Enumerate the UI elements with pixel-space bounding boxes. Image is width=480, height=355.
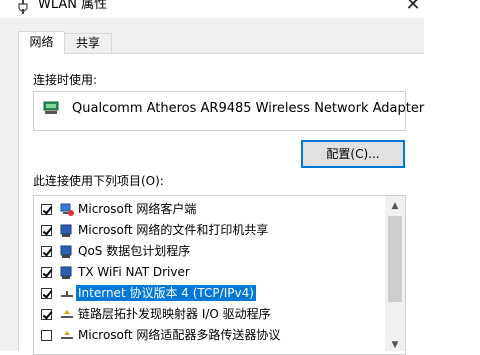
items-list[interactable]: Microsoft 网络客户端 Microsoft 网络的文件和打印机共享 Qo… <box>33 195 406 355</box>
item-label: Microsoft 网络适配器多路传送器协议 <box>78 328 281 342</box>
item-label: Microsoft 网络的文件和打印机共享 <box>78 223 269 237</box>
item-checkbox[interactable] <box>41 204 52 215</box>
scroll-down-icon[interactable]: ▼ <box>385 338 405 352</box>
item-label: TX WiFi NAT Driver <box>78 265 190 279</box>
window-title: WLAN 属性 <box>38 0 108 12</box>
list-item[interactable]: QoS 数据包计划程序 <box>34 241 389 262</box>
network-adapter-icon <box>43 101 59 114</box>
connect-using-label: 连接时使用: <box>33 73 98 87</box>
items-label: 此连接使用下列项目(O): <box>33 174 164 188</box>
network-adapter-icon <box>18 0 28 14</box>
adapter-name: Qualcomm Atheros AR9485 Wireless Network… <box>72 101 425 116</box>
list-item[interactable]: TX WiFi NAT Driver <box>34 262 389 283</box>
item-checkbox[interactable] <box>41 225 52 236</box>
list-item[interactable]: Internet 协议版本 4 (TCP/IPv4) <box>34 283 389 304</box>
tab-network[interactable]: 网络 <box>18 31 65 54</box>
item-checkbox[interactable] <box>41 309 52 320</box>
list-item[interactable]: 链路层拓扑发现映射器 I/O 驱动程序 <box>34 304 389 325</box>
list-item[interactable]: Microsoft 网络适配器多路传送器协议 <box>34 325 389 346</box>
network-service-icon <box>60 266 72 279</box>
protocol-icon <box>61 310 73 318</box>
scroll-thumb[interactable] <box>388 216 402 302</box>
protocol-icon <box>61 291 73 297</box>
list-item[interactable]: Microsoft 网络客户端 <box>34 199 389 220</box>
item-checkbox[interactable] <box>41 246 52 257</box>
network-client-icon <box>60 203 74 216</box>
scroll-up-icon[interactable]: ▲ <box>385 199 405 213</box>
item-label: QoS 数据包计划程序 <box>78 244 191 258</box>
network-service-icon <box>60 245 72 258</box>
list-item[interactable]: Microsoft 网络的文件和打印机共享 <box>34 220 389 241</box>
item-checkbox[interactable] <box>41 267 52 278</box>
close-button[interactable]: ✕ <box>402 0 424 16</box>
item-label: Microsoft 网络客户端 <box>78 202 197 216</box>
item-label: Internet 协议版本 4 (TCP/IPv4) <box>76 285 256 301</box>
protocol-icon <box>61 331 73 339</box>
item-checkbox[interactable] <box>41 330 52 341</box>
configure-button[interactable]: 配置(C)... <box>301 140 405 168</box>
network-service-icon <box>60 224 72 237</box>
title-bar: WLAN 属性 ✕ <box>0 0 480 18</box>
item-checkbox[interactable] <box>41 288 52 299</box>
tab-sharing[interactable]: 共享 <box>64 33 112 54</box>
item-label: 链路层拓扑发现映射器 I/O 驱动程序 <box>78 307 271 321</box>
